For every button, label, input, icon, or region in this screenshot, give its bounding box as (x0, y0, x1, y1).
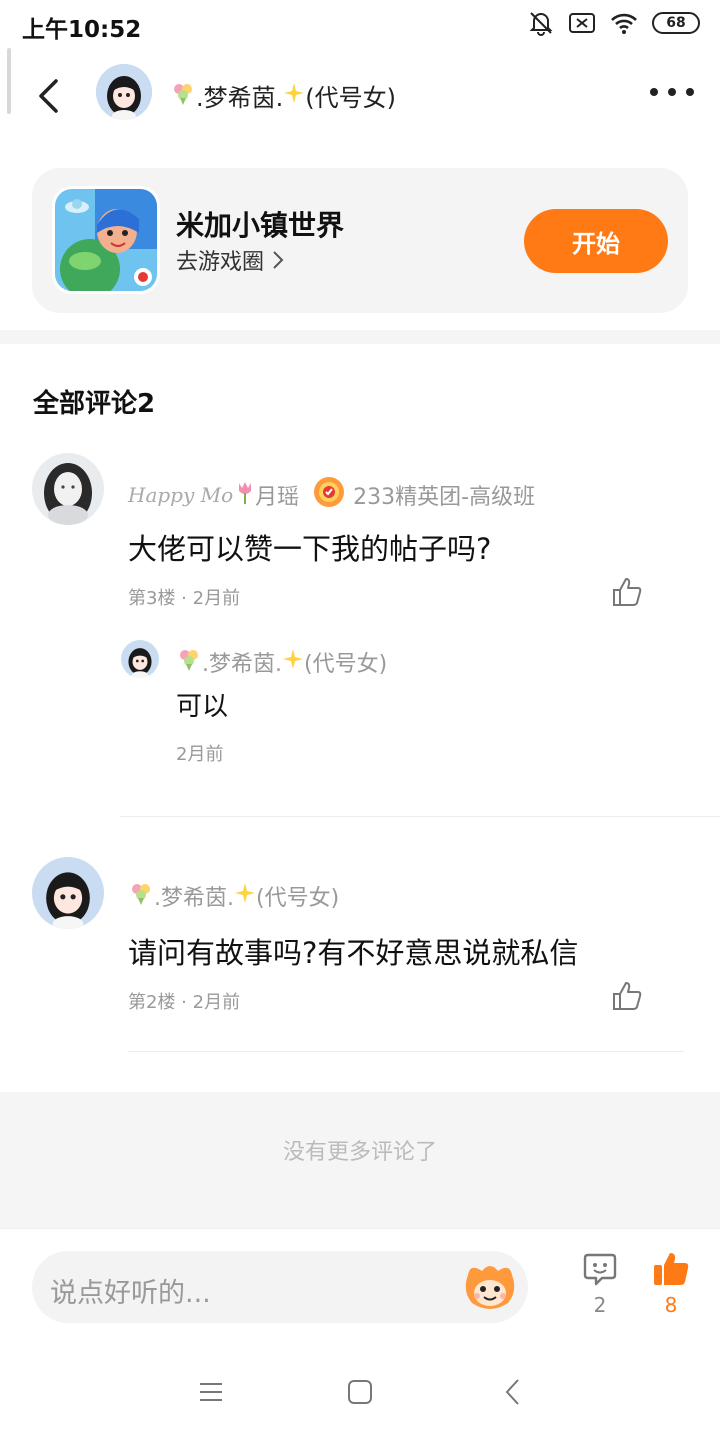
author-name-text: .梦希茵. (196, 84, 284, 112)
game-circle-link[interactable]: 去游戏圈 (176, 244, 284, 276)
comment-input-placeholder: 说点好听的... (50, 1278, 211, 1309)
like-post-button[interactable]: 8 (646, 1251, 696, 1317)
like-comment-button[interactable] (611, 980, 645, 1014)
likes-count: 8 (664, 1293, 678, 1317)
flower-icon (170, 80, 196, 112)
comments-header: 全部评论2 (33, 389, 156, 419)
thumbs-up-filled-icon (654, 1253, 689, 1285)
reply-author-name[interactable]: .梦希茵. (代号女) (176, 646, 387, 678)
commenter-name[interactable]: .梦希茵. (代号女) (128, 880, 339, 912)
comment-text: 大佬可以赞一下我的帖子吗? (128, 532, 492, 566)
commenter-name[interactable]: Happy Mo 月瑶 233精英团-高级班 (128, 476, 535, 514)
comment-floor: 第2楼 (128, 992, 176, 1013)
game-icon (52, 186, 160, 294)
dot-icon (686, 88, 694, 96)
comments-count: 2 (593, 1293, 607, 1317)
menu-icon (200, 1383, 222, 1401)
dot-icon (668, 88, 676, 96)
medal-badge-icon (313, 476, 345, 514)
commenter-avatar[interactable] (32, 453, 104, 525)
thumbs-up-icon (613, 578, 642, 606)
comment-time: 2月前 (192, 588, 241, 609)
comment-text: 请问有故事吗?有不好意思说就私信 (128, 936, 579, 970)
status-bar: 上午10:52 68 (0, 0, 720, 48)
sparkle-icon (282, 648, 304, 676)
end-of-comments-text: 没有更多评论了 (282, 1140, 437, 1165)
back-button[interactable] (28, 74, 68, 118)
comment-input[interactable]: 说点好听的... (32, 1251, 528, 1323)
battery-indicator: 68 (652, 12, 700, 34)
end-of-comments-area: 没有更多评论了 (0, 1092, 720, 1228)
flower-icon (176, 646, 202, 678)
section-divider (0, 330, 720, 344)
chevron-left-icon (39, 79, 58, 113)
commenter-avatar[interactable] (32, 857, 104, 929)
comment-divider (128, 1051, 684, 1052)
author-name-suffix: (代号女) (305, 84, 396, 112)
sparkle-icon (283, 82, 305, 110)
dot-icon (650, 88, 658, 96)
wifi-icon (610, 11, 638, 35)
status-icons: 68 (528, 10, 700, 36)
comment-floor: 第3楼 (128, 588, 176, 609)
reply-author-name-text: .梦希茵. (202, 652, 282, 677)
header: .梦希茵. (代号女) (0, 56, 720, 136)
game-title: 米加小镇世界 (176, 209, 345, 242)
flower-icon (128, 880, 154, 912)
reply-time: 2月前 (176, 744, 224, 765)
commenter-badge-label: 233精英团-高级班 (353, 485, 536, 510)
reply-avatar[interactable] (121, 640, 159, 678)
chevron-right-icon (273, 251, 284, 269)
game-circle-label: 去游戏圈 (176, 250, 265, 275)
bell-muted-icon (528, 10, 554, 36)
home-button[interactable] (340, 1374, 380, 1410)
tulip-icon (235, 479, 255, 511)
chevron-left-icon (505, 1379, 519, 1405)
sim-off-icon (568, 11, 596, 35)
screen: 上午10:52 68 .梦希茵. (代号女) 米加小镇世界 去游戏圈 开始 全部… (0, 0, 720, 1440)
bottom-action-bar: 说点好听的... 2 8 (0, 1228, 720, 1344)
commenter-script-name: Happy Mo (128, 483, 234, 507)
author-avatar[interactable] (96, 64, 152, 120)
comment-divider (120, 816, 720, 817)
comment-meta: 第2楼 · 2月前 (128, 992, 241, 1013)
status-time: 上午10:52 (22, 17, 142, 43)
comment-time: 2月前 (192, 992, 241, 1013)
commenter-name-text: 月瑶 (255, 485, 300, 510)
comment-bubble-icon (583, 1253, 617, 1286)
recent-apps-button[interactable] (191, 1374, 231, 1410)
thumbs-up-icon (613, 982, 642, 1010)
sparkle-icon (234, 882, 256, 910)
like-comment-button[interactable] (611, 576, 645, 610)
home-square-icon (348, 1380, 372, 1404)
author-name[interactable]: .梦希茵. (代号女) (170, 78, 396, 113)
mascot-emoji-icon[interactable] (462, 1261, 518, 1313)
commenter-name-suffix: (代号女) (256, 886, 340, 911)
start-game-button[interactable]: 开始 (524, 209, 668, 273)
system-back-button[interactable] (492, 1374, 532, 1410)
reply-text: 可以 (176, 692, 229, 722)
commenter-name-text: .梦希茵. (154, 886, 234, 911)
system-nav-bar (0, 1344, 720, 1440)
more-options-button[interactable] (650, 78, 694, 106)
game-card[interactable]: 米加小镇世界 去游戏圈 开始 (32, 168, 688, 313)
battery-level: 68 (666, 15, 686, 31)
reply-author-name-suffix: (代号女) (304, 652, 388, 677)
comment-meta: 第3楼 · 2月前 (128, 588, 241, 609)
comments-count-button[interactable]: 2 (575, 1251, 625, 1317)
